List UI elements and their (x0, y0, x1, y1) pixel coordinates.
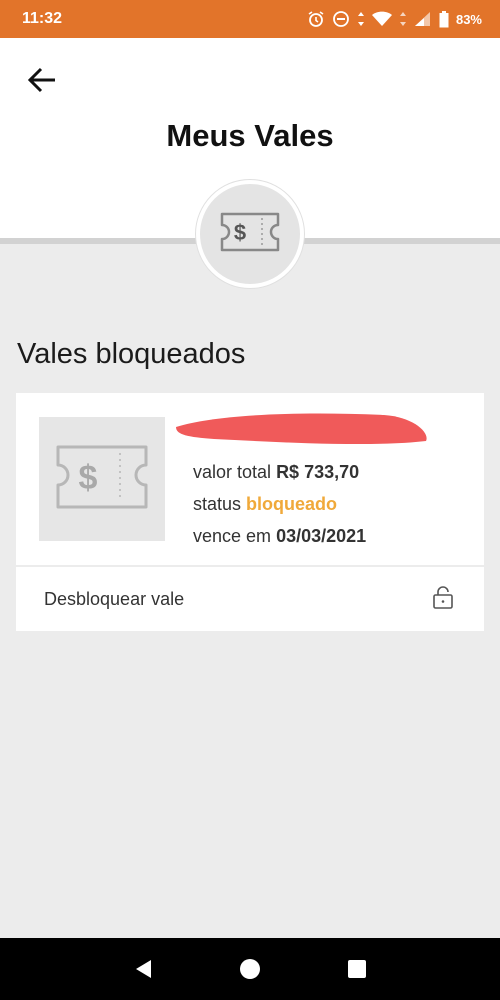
nav-back-button[interactable] (123, 949, 163, 989)
status-time: 11:32 (22, 10, 63, 27)
voucher-ticket-icon: $ (218, 210, 282, 259)
arrow-left-icon (27, 67, 57, 98)
voucher-thumbnail: $ (39, 417, 165, 541)
due-value: 03/03/2021 (276, 526, 367, 546)
nav-recents-button[interactable] (337, 949, 377, 989)
signal-icon (414, 11, 432, 27)
voucher-ticket-icon: $ (54, 443, 150, 516)
battery-percent: 83% (455, 11, 482, 27)
back-button[interactable] (22, 62, 62, 102)
due-date-row: vence em 03/03/2021 (193, 526, 366, 547)
unlock-voucher-button[interactable]: Desbloquear vale (16, 567, 484, 631)
status-label: status (193, 494, 242, 514)
do-not-disturb-icon (332, 10, 350, 28)
data-arrows-icon-2 (399, 11, 407, 27)
due-label: vence em (193, 526, 272, 546)
redacted-voucher-name (176, 413, 427, 445)
total-value: R$ 733,70 (276, 462, 360, 482)
wifi-icon (371, 11, 392, 27)
section-title: Vales bloqueados (17, 338, 246, 370)
total-value-row: valor total R$ 733,70 (193, 462, 359, 483)
svg-text:$: $ (79, 459, 98, 497)
status-bar: 11:32 83% (0, 0, 500, 38)
battery-icon (439, 10, 449, 28)
status-row: status bloqueado (193, 494, 337, 515)
svg-text:$: $ (234, 220, 246, 245)
system-nav-bar (0, 938, 500, 1000)
alarm-icon (307, 10, 325, 28)
voucher-badge: $ (196, 180, 304, 288)
status-icons: 83% (307, 10, 482, 28)
unlock-label: Desbloquear vale (44, 588, 185, 609)
lock-icon (432, 585, 454, 614)
page-title: Meus Vales (166, 118, 334, 153)
total-label: valor total (193, 462, 272, 482)
status-value: bloqueado (246, 494, 338, 514)
data-arrows-icon (357, 11, 365, 27)
voucher-card[interactable]: $ valor total R$ 733,70 status bloqueado… (16, 393, 484, 631)
nav-home-button[interactable] (230, 949, 270, 989)
